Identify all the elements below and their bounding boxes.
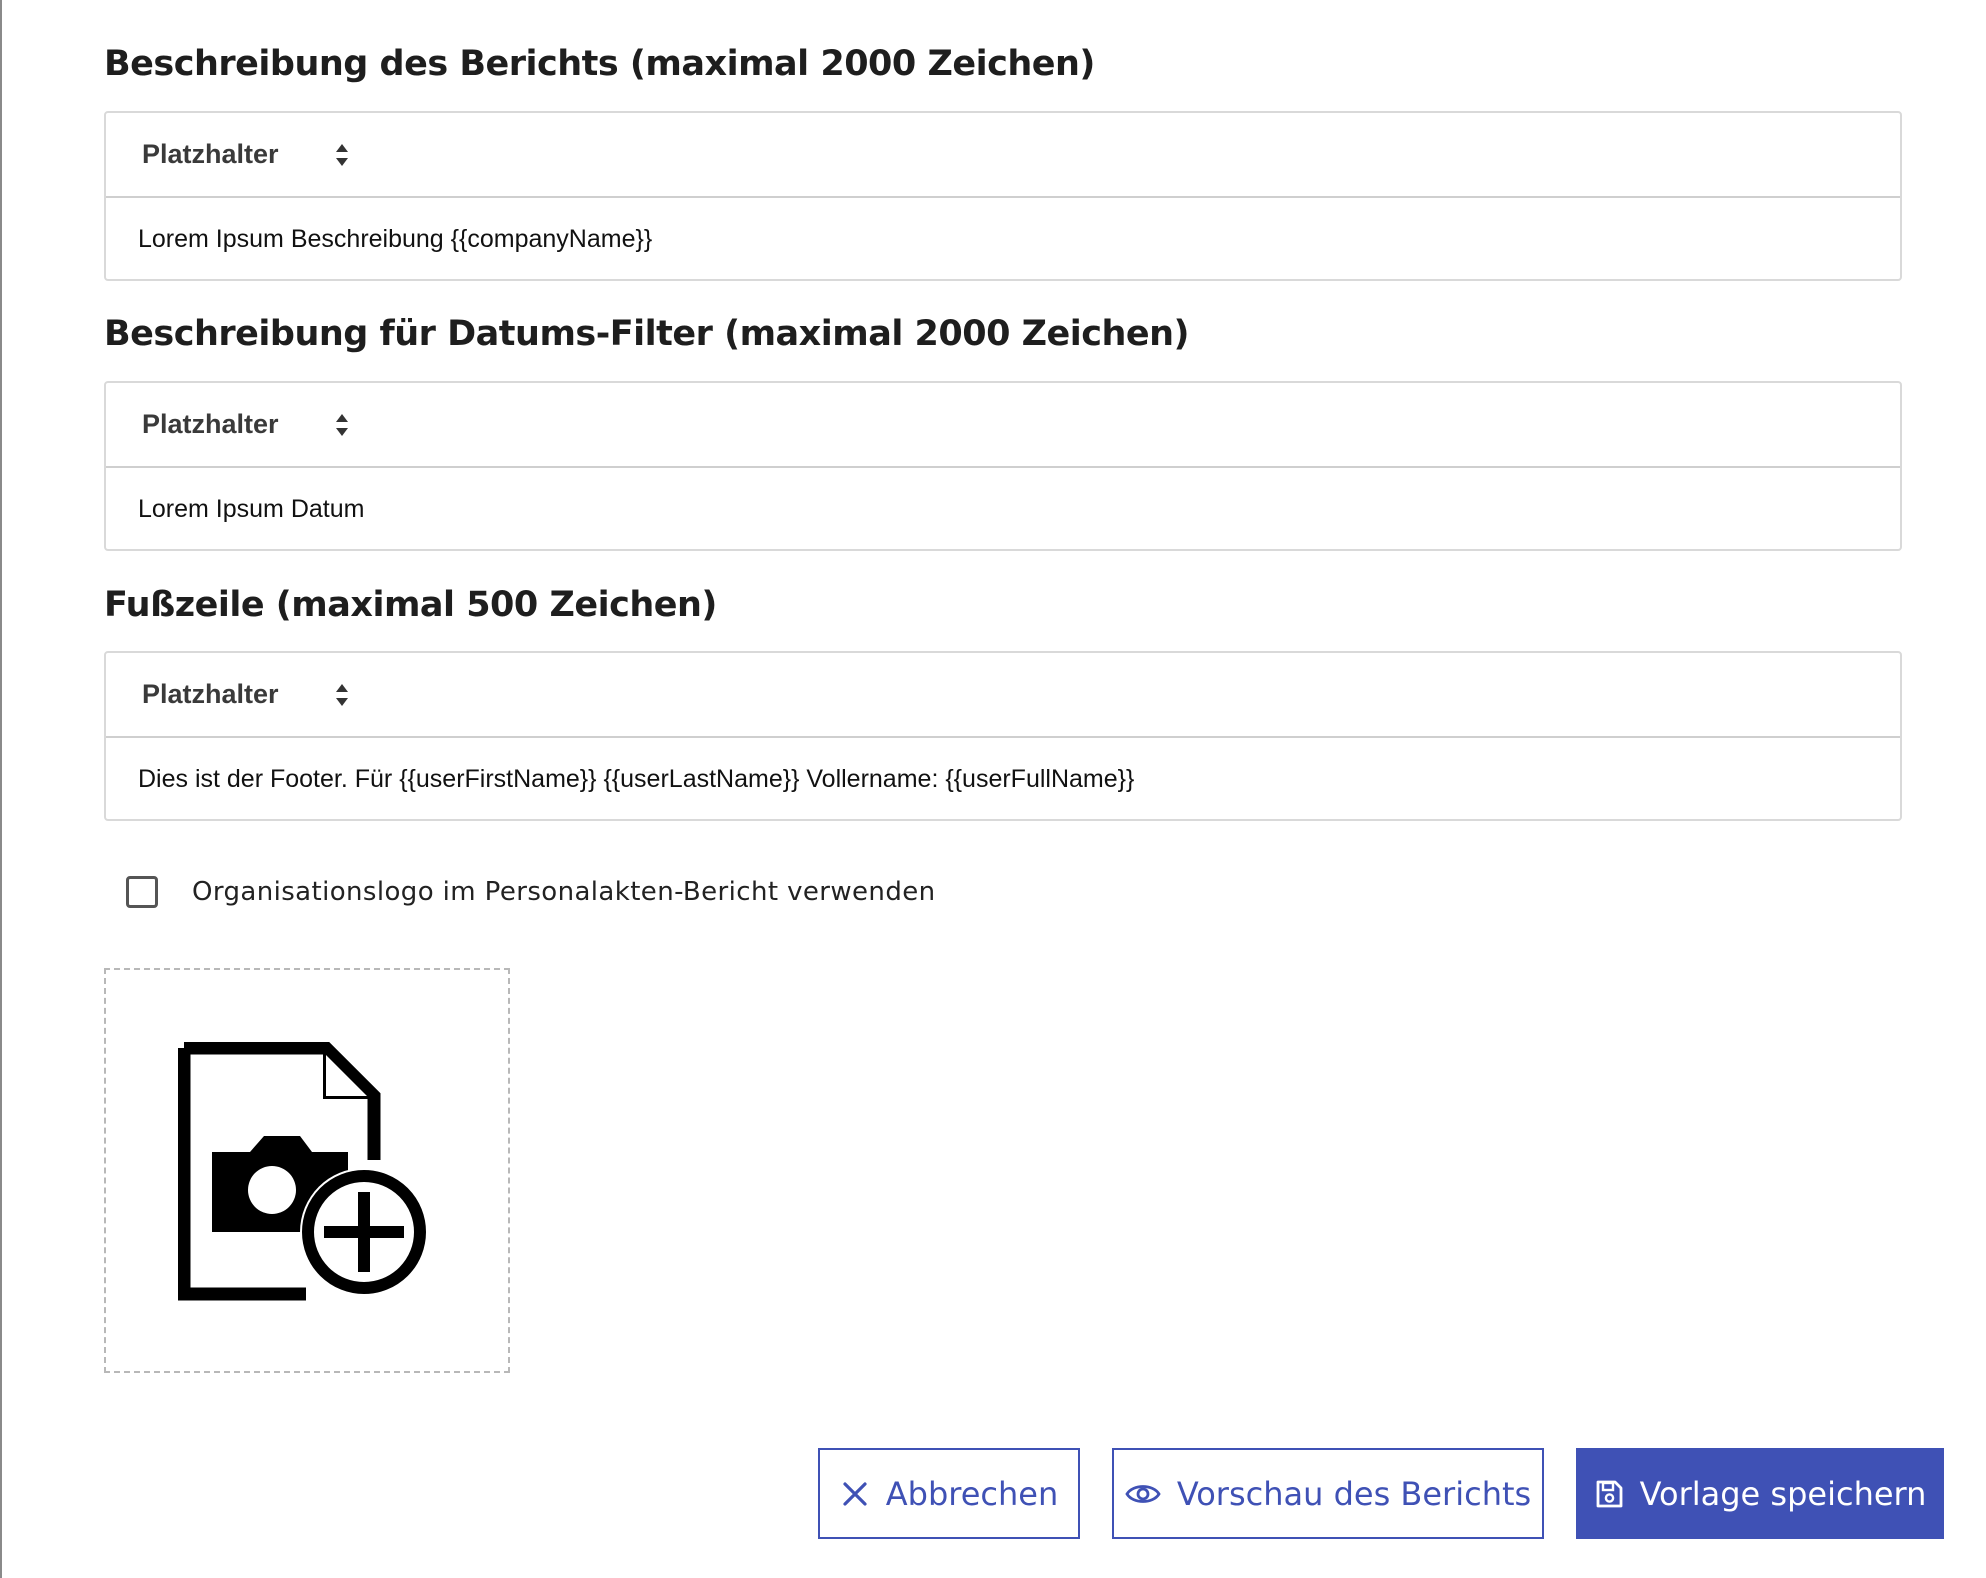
footer-editor[interactable]: Platzhalter Dies ist der Footer. Für {{u… <box>104 651 1902 821</box>
save-icon <box>1596 1480 1622 1507</box>
cancel-button[interactable]: Abbrechen <box>818 1448 1080 1539</box>
sort-arrows-icon <box>335 413 348 436</box>
organization-logo-checkbox-label[interactable]: Organisationslogo im Personalakten-Beric… <box>192 877 936 907</box>
section-title-footer: Fußzeile (maximal 500 Zeichen) <box>104 585 717 625</box>
editor-toolbar: Platzhalter <box>106 653 1900 738</box>
editor-toolbar: Platzhalter <box>106 383 1900 468</box>
add-photo-file-icon <box>178 1042 428 1301</box>
editor-content[interactable]: Lorem Ipsum Beschreibung {{companyName}} <box>106 198 1900 281</box>
editor-content[interactable]: Dies ist der Footer. Für {{userFirstName… <box>106 738 1900 821</box>
organization-logo-option: Organisationslogo im Personalakten-Beric… <box>126 876 936 908</box>
placeholder-select-label: Platzhalter <box>142 409 279 439</box>
sort-arrows-icon <box>335 143 348 166</box>
report-description-editor[interactable]: Platzhalter Lorem Ipsum Beschreibung {{c… <box>104 111 1902 281</box>
preview-report-button[interactable]: Vorschau des Berichts <box>1112 1448 1544 1539</box>
editor-toolbar: Platzhalter <box>106 113 1900 198</box>
section-title-date-filter-description: Beschreibung für Datums-Filter (maximal … <box>104 314 1190 354</box>
panel-left-border <box>0 0 2 1578</box>
organization-logo-checkbox[interactable] <box>126 876 158 908</box>
cancel-button-label: Abbrechen <box>885 1474 1059 1513</box>
date-filter-description-editor[interactable]: Platzhalter Lorem Ipsum Datum <box>104 381 1902 551</box>
sort-arrows-icon <box>335 683 348 706</box>
section-title-report-description: Beschreibung des Berichts (maximal 2000 … <box>104 44 1095 84</box>
placeholder-select-label: Platzhalter <box>142 139 279 169</box>
save-template-button[interactable]: Vorlage speichern <box>1576 1448 1944 1539</box>
eye-icon <box>1125 1484 1161 1503</box>
placeholder-select[interactable]: Platzhalter <box>142 679 349 710</box>
placeholder-select[interactable]: Platzhalter <box>142 139 349 170</box>
placeholder-select[interactable]: Platzhalter <box>142 409 349 440</box>
editor-content[interactable]: Lorem Ipsum Datum <box>106 468 1900 551</box>
preview-report-button-label: Vorschau des Berichts <box>1176 1474 1532 1513</box>
close-icon <box>843 1481 867 1506</box>
logo-upload-dropzone[interactable] <box>104 968 510 1373</box>
save-template-button-label: Vorlage speichern <box>1639 1474 1927 1513</box>
placeholder-select-label: Platzhalter <box>142 679 279 709</box>
